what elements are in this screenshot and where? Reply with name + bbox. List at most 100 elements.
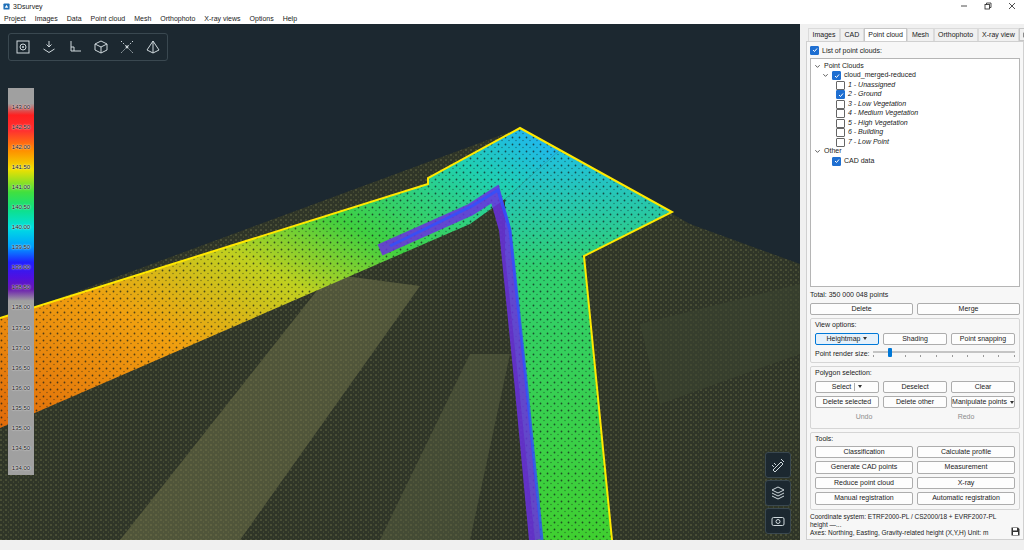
screenshot-button[interactable] xyxy=(765,508,791,534)
chevron-icon[interactable] xyxy=(822,72,829,79)
menu-item[interactable]: X-ray views xyxy=(204,15,240,22)
polygon-button[interactable]: Select xyxy=(815,381,879,393)
close-button[interactable] xyxy=(1000,0,1024,12)
menu-item[interactable]: Point cloud xyxy=(91,15,126,22)
minimize-icon[interactable] xyxy=(960,2,968,10)
class-row[interactable]: 4 - Medium Vegetation xyxy=(814,109,1016,119)
slider-tick xyxy=(936,355,937,357)
tree-row[interactable]: Other xyxy=(814,147,1016,157)
tree-row[interactable]: CAD data xyxy=(814,156,1016,166)
tab-scroll-button[interactable] xyxy=(1019,28,1024,41)
checkbox[interactable] xyxy=(832,71,841,80)
list-toggle[interactable]: List of point clouds: xyxy=(810,45,1020,55)
menu-item[interactable]: Orthophoto xyxy=(160,15,195,22)
action-button[interactable]: Delete xyxy=(810,303,913,315)
polygon-button[interactable]: Clear xyxy=(951,381,1015,393)
cloud-actions: Delete Merge xyxy=(810,303,1020,315)
button-label: Undo xyxy=(856,413,873,421)
perspective-button[interactable] xyxy=(141,36,165,58)
view-button[interactable]: Heightmap xyxy=(815,333,879,345)
class-row[interactable]: 2 - Ground xyxy=(814,90,1016,100)
restore-icon[interactable] xyxy=(984,2,992,10)
menu-item[interactable]: Help xyxy=(283,15,297,22)
class-label: 7 - Low Point xyxy=(848,138,889,146)
slider-thumb[interactable] xyxy=(888,348,892,357)
axes-button[interactable] xyxy=(63,36,87,58)
layers-button[interactable] xyxy=(765,480,791,506)
point-cloud-tree: Point Cloudscloud_merged-reduced1 - Unas… xyxy=(810,58,1020,287)
menu-item[interactable]: Options xyxy=(250,15,274,22)
tool-button[interactable]: Automatic registration xyxy=(917,492,1015,504)
tool-button[interactable]: Classification xyxy=(815,446,913,458)
camera-icon[interactable] xyxy=(771,514,785,528)
minimize-button[interactable] xyxy=(952,0,976,12)
view-button[interactable]: Point snapping xyxy=(951,333,1015,345)
panel-tab[interactable]: Images xyxy=(808,28,840,41)
checkbox[interactable] xyxy=(836,90,845,99)
chevron-icon[interactable] xyxy=(814,148,821,155)
panel-tab[interactable]: Mesh xyxy=(907,28,933,41)
class-row[interactable]: 7 - Low Point xyxy=(814,137,1016,147)
arrow-right-icon[interactable] xyxy=(1022,32,1024,38)
point-grid-icon[interactable] xyxy=(120,40,134,54)
viewport-tools xyxy=(765,452,791,534)
tool-button[interactable]: Manual registration xyxy=(815,492,913,504)
panel-tab[interactable]: CAD xyxy=(840,28,864,41)
class-row[interactable]: 1 - Unassigned xyxy=(814,80,1016,90)
tree-item: CAD data xyxy=(814,156,1016,166)
legend-tick: 141.00 xyxy=(12,184,30,190)
render-size-slider[interactable] xyxy=(873,348,1015,358)
panel-tab[interactable]: Orthophoto xyxy=(934,28,978,41)
class-row[interactable]: 3 - Low Vegetation xyxy=(814,99,1016,109)
layers-icon[interactable] xyxy=(771,486,785,500)
tool-button[interactable]: Measurement xyxy=(917,461,1015,473)
slider-track xyxy=(873,351,1015,353)
restore-button[interactable] xyxy=(976,0,1000,12)
chevron-icon[interactable] xyxy=(814,63,821,70)
cube-view-button[interactable] xyxy=(89,36,113,58)
tool-button[interactable]: Calculate profile xyxy=(917,446,1015,458)
checkbox[interactable] xyxy=(836,100,845,109)
legend-tick: 134.50 xyxy=(12,445,30,451)
panel-tab[interactable]: X-ray view xyxy=(978,28,1020,41)
cube-icon[interactable] xyxy=(94,40,108,54)
checkbox[interactable] xyxy=(836,128,845,137)
tree-row[interactable]: cloud_merged-reduced xyxy=(814,71,1016,81)
tool-button[interactable]: Generate CAD points xyxy=(815,461,913,473)
focus-icon[interactable] xyxy=(16,40,30,54)
checkbox[interactable] xyxy=(832,157,841,166)
menu-item[interactable]: Images xyxy=(35,15,58,22)
checkbox[interactable] xyxy=(836,138,845,147)
points-view-button[interactable] xyxy=(115,36,139,58)
menu-item[interactable]: Mesh xyxy=(134,15,151,22)
top-view-button[interactable] xyxy=(37,36,61,58)
axes-icon[interactable] xyxy=(68,40,82,54)
save-icon[interactable] xyxy=(1011,527,1020,536)
pyramid-icon[interactable] xyxy=(146,40,160,54)
panel-tab[interactable]: Point cloud xyxy=(864,28,908,41)
action-button[interactable]: Merge xyxy=(917,303,1020,315)
menu-item[interactable]: Data xyxy=(67,15,82,22)
pen-ruler-icon[interactable] xyxy=(771,458,785,472)
checkbox[interactable] xyxy=(836,81,845,90)
checkbox[interactable] xyxy=(836,109,845,118)
viewport-3d[interactable]: 143.00142.50142.00141.50141.00140.50140.… xyxy=(0,24,800,540)
tree-row[interactable]: Point Clouds xyxy=(814,61,1016,71)
checkbox[interactable] xyxy=(810,46,819,55)
draw-button[interactable] xyxy=(765,452,791,478)
polygon-button[interactable]: Delete other xyxy=(883,396,947,408)
view-button[interactable]: Shading xyxy=(883,333,947,345)
close-icon[interactable] xyxy=(1008,2,1016,10)
class-row[interactable]: 5 - High Vegetation xyxy=(814,118,1016,128)
point-cloud-render[interactable] xyxy=(0,24,800,540)
menu-item[interactable]: Project xyxy=(4,15,26,22)
polygon-button[interactable]: Delete selected xyxy=(815,396,879,408)
checkbox[interactable] xyxy=(836,119,845,128)
focus-button[interactable] xyxy=(11,36,35,58)
class-row[interactable]: 6 - Building xyxy=(814,128,1016,138)
tool-button[interactable]: X-ray xyxy=(917,477,1015,489)
tool-button[interactable]: Reduce point cloud xyxy=(815,477,913,489)
polygon-button[interactable]: Deselect xyxy=(883,381,947,393)
top-view-icon[interactable] xyxy=(42,40,56,54)
polygon-button[interactable]: Manipulate points xyxy=(951,396,1015,408)
